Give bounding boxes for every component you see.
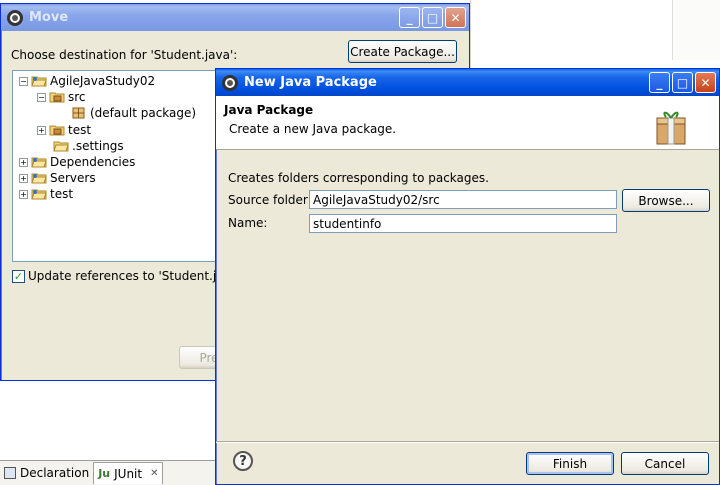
tree-item-default-package[interactable]: (default package) <box>71 105 196 121</box>
project-folder-icon <box>31 75 47 87</box>
wizard-header-description: Create a new Java package. <box>229 122 397 136</box>
project-folder-icon <box>31 188 47 200</box>
help-icon[interactable]: ? <box>233 451 253 471</box>
wizard-header: Java Package Create a new Java package. <box>216 96 719 150</box>
destination-tree[interactable]: − AgileJavaStudy02 − src (default packag… <box>12 70 217 262</box>
tree-item-label: test <box>50 187 74 201</box>
eclipse-icon <box>7 9 23 26</box>
tree-item-label: (default package) <box>90 106 197 120</box>
tree-item-dependencies[interactable]: + Dependencies <box>19 154 135 170</box>
tree-item-label: AgileJavaStudy02 <box>50 74 156 88</box>
maximize-button[interactable]: □ <box>422 7 443 28</box>
njp-titlebar[interactable]: New Java Package _ □ ✕ <box>216 69 719 96</box>
expand-icon[interactable]: + <box>37 125 46 135</box>
move-titlebar[interactable]: Move _ □ ✕ <box>1 4 469 31</box>
name-input[interactable]: studentinfo <box>309 214 617 233</box>
tab-declaration-label: Declaration <box>20 466 90 480</box>
tree-item-label: src <box>68 90 86 104</box>
wizard-header-title: Java Package <box>224 103 314 117</box>
tree-item-settings[interactable]: .settings <box>53 138 124 154</box>
tree-item-test[interactable]: + test <box>37 122 91 138</box>
view-area <box>0 382 216 460</box>
close-button[interactable]: ✕ <box>695 72 716 93</box>
browse-button[interactable]: Browse... <box>622 189 710 212</box>
tree-item-label: Servers <box>50 171 96 185</box>
source-folder-icon <box>49 124 65 136</box>
update-references-checkbox[interactable]: ✓ <box>12 270 25 283</box>
junit-icon: Ju <box>98 467 111 480</box>
expand-icon[interactable]: + <box>19 157 28 167</box>
source-folder-label: Source folder: <box>228 193 312 207</box>
button-bar-separator <box>216 441 719 443</box>
declaration-icon <box>4 467 16 479</box>
editor-ruler <box>672 0 720 60</box>
view-tabs: Declaration Ju JUnit ✕ <box>0 460 216 485</box>
tab-declaration[interactable]: Declaration <box>0 462 93 484</box>
collapse-icon[interactable]: − <box>19 76 28 86</box>
update-references-label: Update references to 'Student.java <box>28 269 238 283</box>
maximize-button[interactable]: □ <box>672 72 693 93</box>
tree-item-src[interactable]: − src <box>37 89 86 105</box>
minimize-button[interactable]: _ <box>399 7 420 28</box>
tree-item-label: Dependencies <box>50 155 136 169</box>
expand-icon[interactable]: + <box>19 189 28 199</box>
package-wizard-icon <box>654 106 688 149</box>
finish-button[interactable]: Finish <box>526 452 614 475</box>
close-button[interactable]: ✕ <box>445 7 466 28</box>
tab-junit[interactable]: Ju JUnit ✕ <box>93 462 164 484</box>
source-folder-input[interactable]: AgileJavaStudy02/src <box>309 190 617 209</box>
choose-destination-label: Choose destination for 'Student.java': <box>11 48 238 62</box>
tree-item-label: .settings <box>72 139 124 153</box>
tree-item-project[interactable]: − AgileJavaStudy02 <box>19 73 155 89</box>
project-folder-icon <box>31 156 47 168</box>
tab-close-icon[interactable]: ✕ <box>150 468 158 479</box>
expand-icon[interactable]: + <box>19 173 28 183</box>
name-label: Name: <box>228 216 268 230</box>
collapse-icon[interactable]: − <box>37 92 46 102</box>
njp-title: New Java Package <box>244 75 377 90</box>
minimize-button[interactable]: _ <box>649 72 670 93</box>
new-java-package-dialog: New Java Package _ □ ✕ Java Package Crea… <box>215 68 720 485</box>
tab-junit-label: JUnit <box>114 466 143 481</box>
tree-item-label: test <box>68 123 92 137</box>
tree-item-servers[interactable]: + Servers <box>19 170 96 186</box>
project-folder-icon <box>31 172 47 184</box>
folder-icon <box>53 140 69 152</box>
cancel-button[interactable]: Cancel <box>621 452 709 475</box>
package-icon <box>71 107 87 119</box>
eclipse-icon <box>222 74 238 91</box>
tree-item-test-project[interactable]: + test <box>19 186 73 202</box>
create-package-button[interactable]: Create Package... <box>348 40 457 63</box>
source-folder-icon <box>49 91 65 103</box>
move-title: Move <box>29 10 69 25</box>
info-label: Creates folders corresponding to package… <box>228 171 489 185</box>
